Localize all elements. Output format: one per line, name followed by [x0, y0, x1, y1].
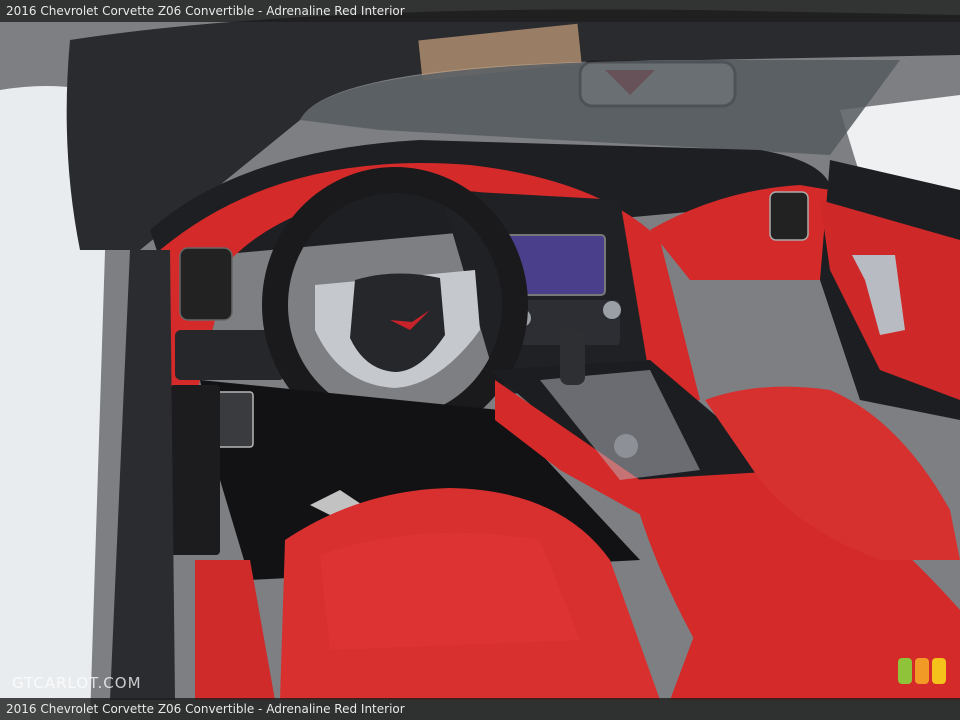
left-vent [179, 247, 233, 321]
badge-orange [915, 658, 929, 684]
climate-knob-right [603, 301, 621, 319]
badge-green [898, 658, 912, 684]
pedal [214, 391, 254, 448]
driver-seat-bolster [320, 532, 580, 650]
left-trim-panel [170, 385, 220, 555]
caption-bar: 2016 Chevrolet Corvette Z06 Convertible … [0, 698, 960, 720]
title-bar: 2016 Chevrolet Corvette Z06 Convertible … [0, 0, 960, 22]
drive-mode-knob [614, 434, 638, 458]
site-badge [898, 658, 946, 684]
door-vent [769, 191, 809, 241]
photo-frame: 2016 Chevrolet Corvette Z06 Convertible … [0, 0, 960, 720]
interior-photo [0, 0, 960, 720]
gear-shifter [560, 330, 585, 385]
watermark: GTCARLOT.COM [12, 674, 142, 692]
badge-yellow [932, 658, 946, 684]
